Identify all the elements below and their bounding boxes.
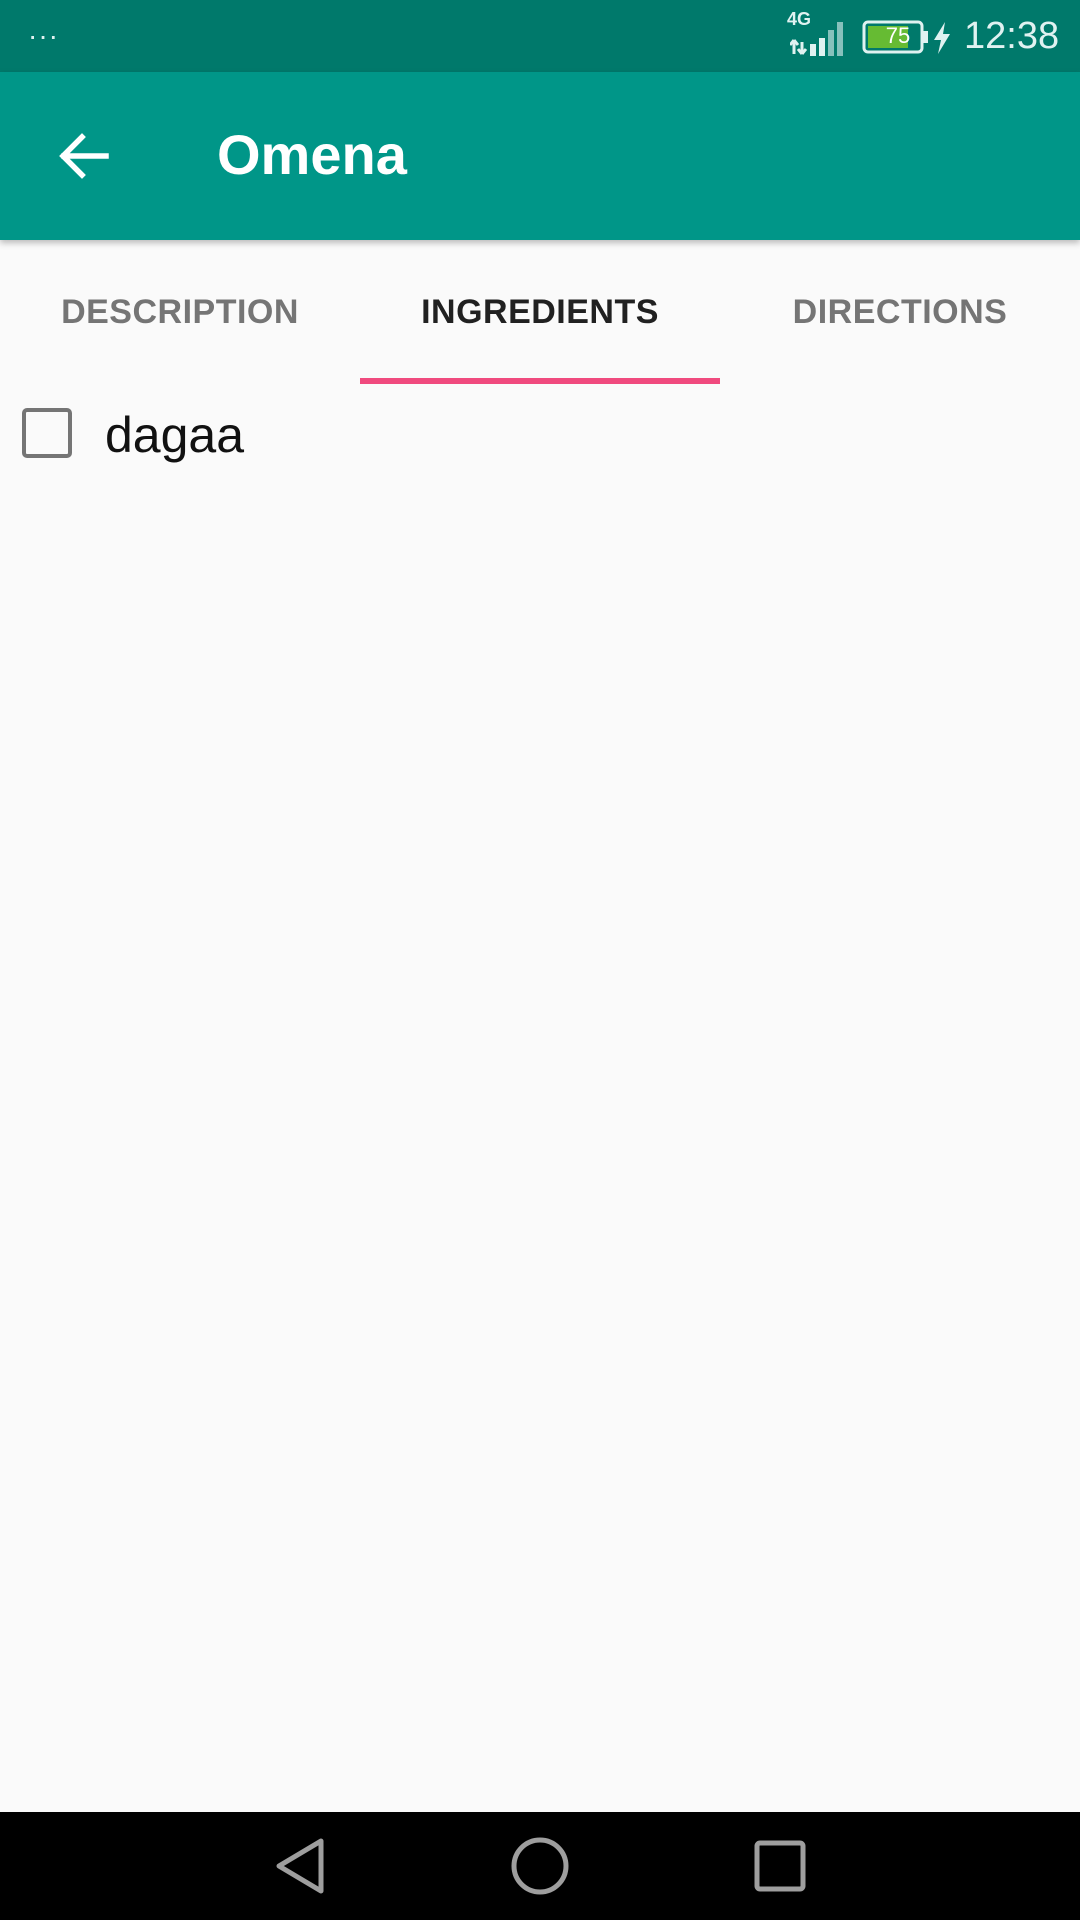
ingredient-list-item[interactable]: dagaa [0,392,1080,482]
screen: ··· 4G 75 12:38 Omena DESCRIPTION INGRED… [0,0,1080,1920]
battery-level: 75 [885,23,911,48]
notification-dots-icon: ··· [28,20,59,51]
page-title: Omena [217,123,407,186]
ingredient-checkbox[interactable] [22,408,72,458]
ingredient-label: dagaa [105,407,245,463]
active-tab-indicator [360,378,720,384]
tab-description[interactable]: DESCRIPTION [0,240,360,384]
arrow-back-icon [59,133,109,179]
nav-back-button[interactable] [250,1826,350,1906]
nav-recents-button[interactable] [730,1826,830,1906]
circle-home-icon [511,1837,569,1895]
back-button[interactable] [36,116,132,196]
tab-ingredients[interactable]: INGREDIENTS [360,240,720,384]
system-nav-bar [0,1812,1080,1920]
charging-bolt-icon [934,22,950,54]
app-bar: Omena [0,72,1080,240]
tab-bar: DESCRIPTION INGREDIENTS DIRECTIONS [0,240,1080,384]
nav-home-button[interactable] [490,1826,590,1906]
square-recents-icon [754,1840,806,1892]
status-clock: 12:38 [964,15,1060,57]
signal-icon [790,22,843,56]
tab-directions[interactable]: DIRECTIONS [720,240,1080,384]
triangle-back-icon [276,1838,324,1894]
status-bar: ··· 4G 75 12:38 [0,0,1080,72]
